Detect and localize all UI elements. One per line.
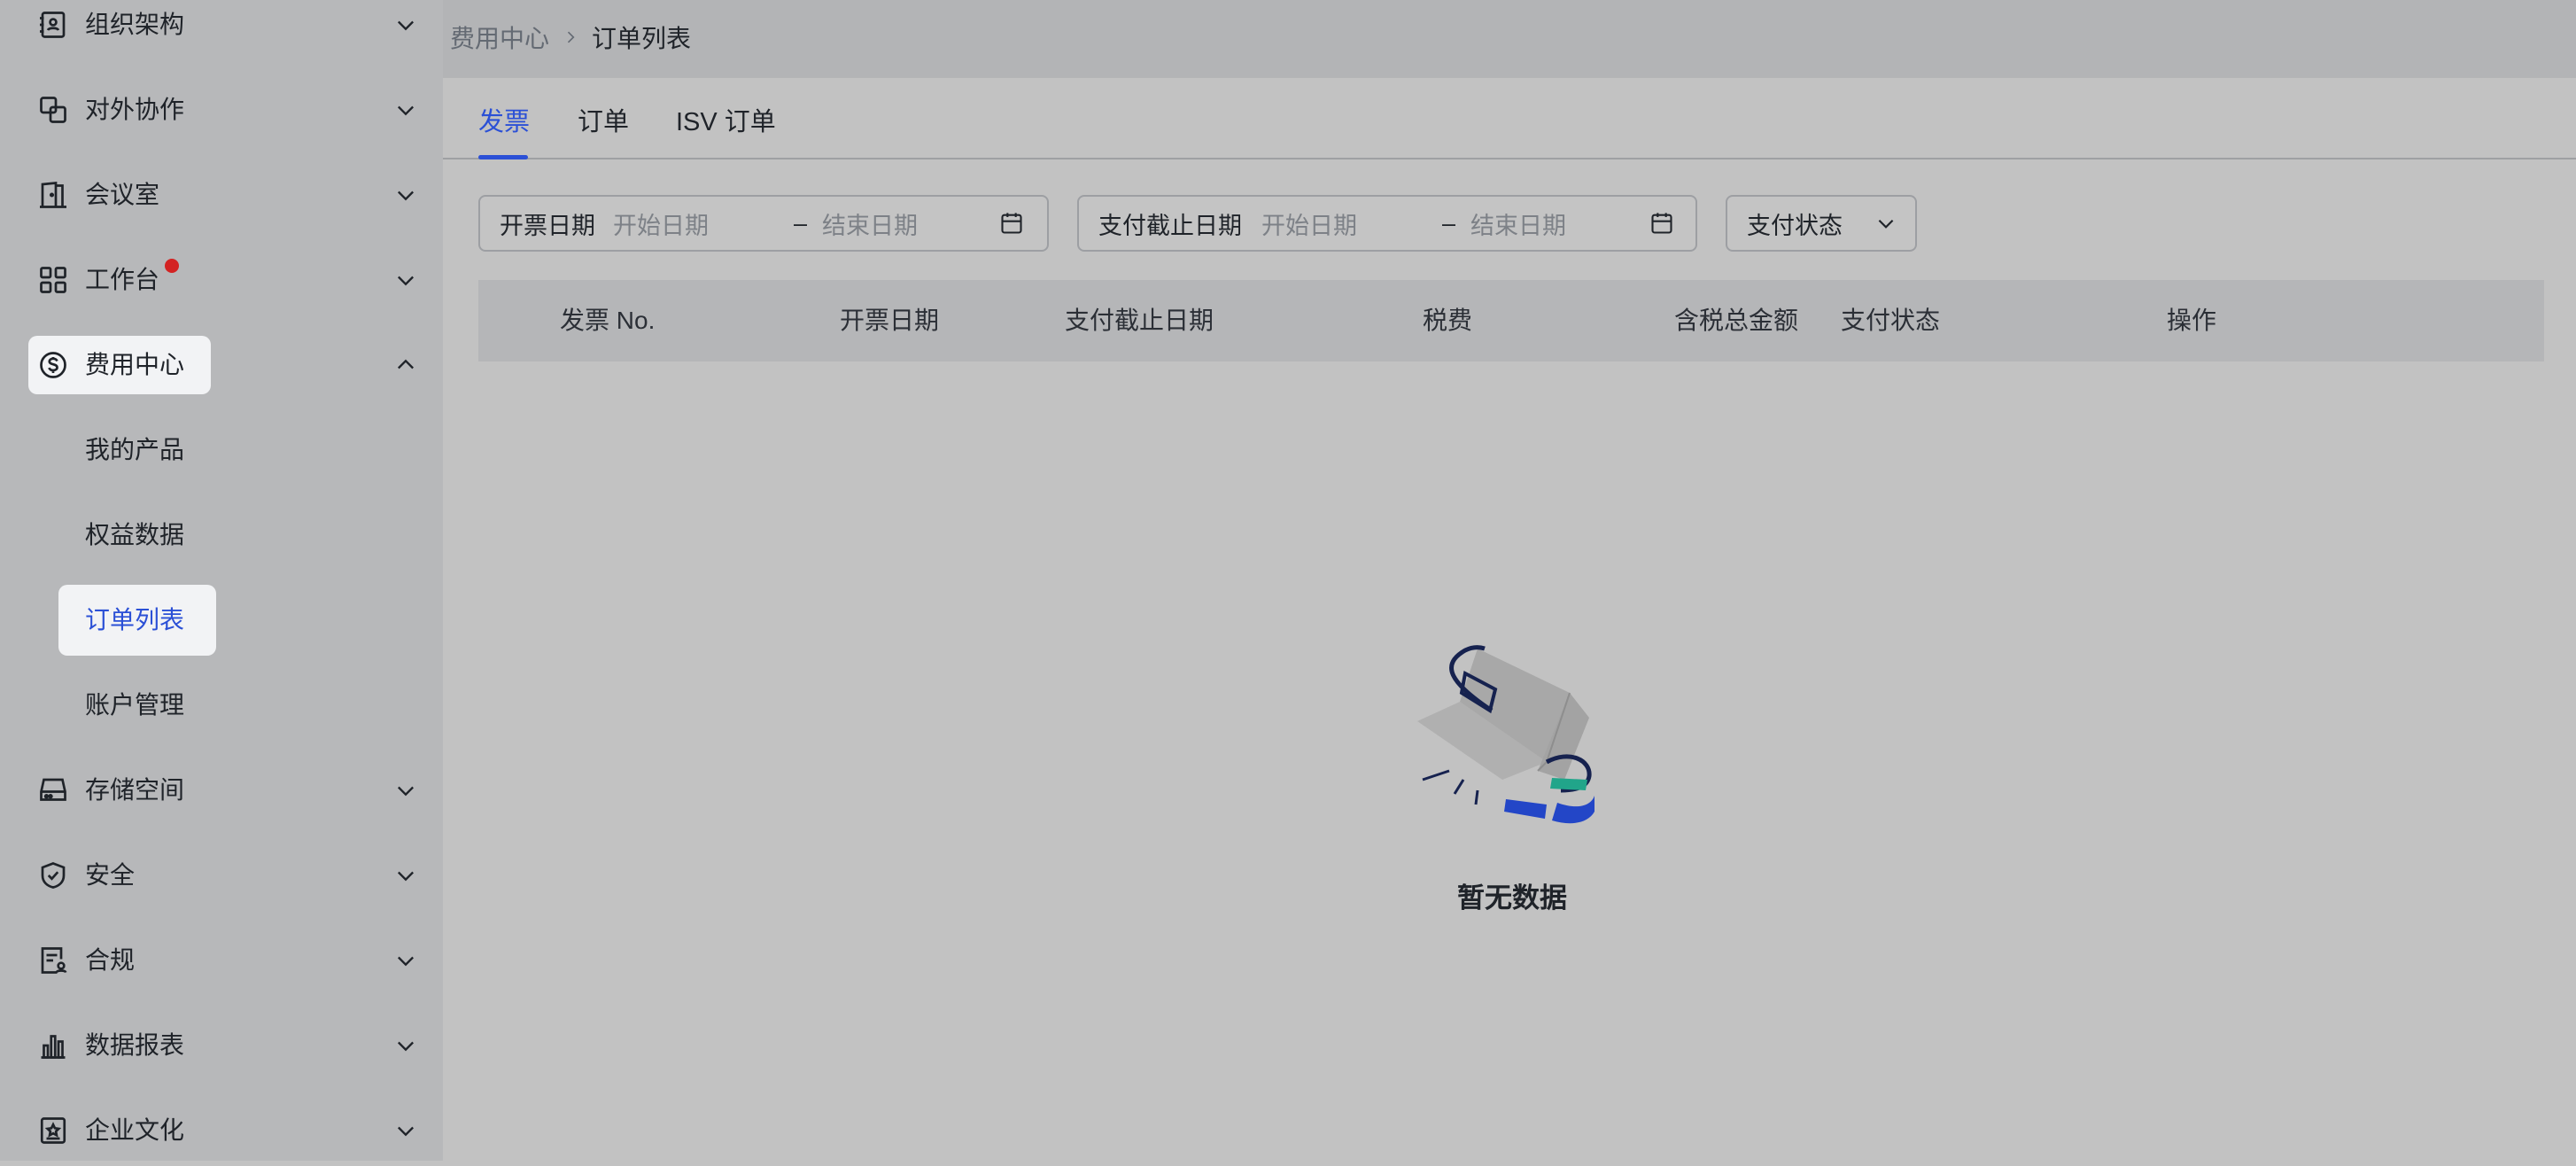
sidebar-item-label: 数据报表	[85, 1031, 185, 1059]
column-header-total-with-tax: 含税总金额	[1674, 307, 1799, 334]
sidebar-item-storage[interactable]: 存储空间	[28, 755, 418, 826]
range-separator: –	[794, 209, 808, 237]
compliance-doc-icon	[41, 947, 67, 974]
chevron-down-icon	[1878, 219, 1894, 229]
chevron-up-icon[interactable]	[393, 353, 418, 377]
column-header-invoice-date: 开票日期	[840, 307, 940, 334]
sidebar-item-workplace[interactable]: 工作台	[28, 245, 418, 315]
chevron-right-icon	[567, 31, 575, 43]
sidebar-item-label: 安全	[85, 861, 136, 889]
app-window: 组织架构 对外协作 会议室 工作台 费用中心 我的产品 权益数据 订单列表 账户…	[0, 0, 2576, 1161]
chevron-down-icon[interactable]	[393, 948, 418, 973]
column-header-actions: 操作	[2167, 307, 2217, 334]
tab-isv-orders[interactable]: ISV 订单	[676, 101, 776, 138]
sidebar-item-meeting-room[interactable]: 会议室	[28, 159, 418, 230]
tab-invoice[interactable]: 发票	[478, 101, 530, 138]
payment-status-select[interactable]: 支付状态	[1726, 195, 1917, 252]
breadcrumb-parent-link[interactable]: 费用中心	[450, 19, 549, 55]
shield-check-icon	[41, 862, 66, 889]
sidebar-item-label: 合规	[85, 946, 136, 974]
column-header-invoice-no: 发票 No.	[560, 307, 656, 334]
external-collab-icon	[40, 97, 66, 123]
chevron-down-icon[interactable]	[393, 778, 418, 803]
breadcrumb: 费用中心 订单列表	[450, 19, 691, 55]
payment-due-date-range-picker[interactable]: 支付截止日期 开始日期 – 结束日期	[1077, 195, 1697, 252]
top-bar	[443, 0, 2576, 78]
invoice-date-range-picker[interactable]: 开票日期 开始日期 – 结束日期	[478, 195, 1049, 252]
chevron-down-icon[interactable]	[393, 1118, 418, 1143]
invoice-date-end-input[interactable]: 结束日期	[822, 206, 918, 241]
tab-bar: 发票 订单 ISV 订单	[443, 78, 2576, 159]
sidebar-subitem-account-management[interactable]: 账户管理	[58, 670, 216, 741]
table-header: 发票 No. 开票日期 支付截止日期 税费 含税总金额 支付状态 操作	[478, 280, 2544, 361]
workplace-grid-icon	[40, 267, 66, 293]
sidebar-subitem-benefits-data[interactable]: 权益数据	[58, 500, 216, 571]
payment-due-date-label: 支付截止日期	[1098, 212, 1242, 239]
chevron-down-icon[interactable]	[393, 268, 418, 292]
invoice-date-start-input[interactable]: 开始日期	[613, 206, 709, 241]
chevron-down-icon[interactable]	[393, 12, 418, 37]
chevron-down-icon[interactable]	[393, 97, 418, 122]
sidebar-item-label: 费用中心	[85, 351, 185, 378]
sidebar-item-external-collab[interactable]: 对外协作	[28, 74, 418, 145]
sidebar-item-data-reports[interactable]: 数据报表	[28, 1010, 418, 1081]
column-header-payment-status: 支付状态	[1841, 307, 1941, 334]
empty-box-illustration	[1417, 645, 1594, 824]
sidebar-item-label: 企业文化	[85, 1116, 185, 1144]
notification-dot	[165, 259, 179, 273]
sidebar-subitem-label: 我的产品	[85, 436, 185, 463]
sidebar-item-security[interactable]: 安全	[28, 840, 418, 911]
bar-chart-icon	[41, 1035, 66, 1059]
sidebar-subitem-order-list[interactable]: 订单列表	[58, 585, 216, 656]
sidebar-item-label: 存储空间	[85, 776, 185, 804]
calendar-icon[interactable]	[999, 211, 1024, 236]
sidebar-subitem-label: 账户管理	[85, 691, 185, 719]
sidebar-item-billing-center[interactable]: 费用中心	[28, 330, 418, 400]
sidebar-item-compliance[interactable]: 合规	[28, 925, 418, 996]
due-date-end-input[interactable]: 结束日期	[1470, 206, 1566, 241]
range-separator: –	[1442, 209, 1456, 237]
chevron-down-icon[interactable]	[393, 183, 418, 207]
breadcrumb-current: 订单列表	[592, 25, 692, 52]
invoice-date-label: 开票日期	[500, 212, 595, 239]
empty-state-text: 暂无数据	[1457, 882, 1567, 913]
tab-orders[interactable]: 订单	[578, 101, 629, 138]
column-header-due-date: 支付截止日期	[1065, 307, 1214, 334]
payment-status-label: 支付状态	[1747, 212, 1843, 239]
chevron-down-icon[interactable]	[393, 863, 418, 888]
calendar-icon[interactable]	[1649, 211, 1674, 236]
sidebar: 组织架构 对外协作 会议室 工作台 费用中心 我的产品 权益数据 订单列表 账户…	[0, 0, 443, 1161]
sidebar-subitem-label: 权益数据	[85, 521, 185, 548]
column-header-tax: 税费	[1423, 307, 1473, 334]
culture-star-icon	[40, 1117, 66, 1144]
sidebar-item-org-structure[interactable]: 组织架构	[28, 0, 418, 60]
sidebar-subitem-label: 订单列表	[85, 606, 185, 634]
sidebar-subitem-my-products[interactable]: 我的产品	[58, 415, 216, 486]
sidebar-item-label: 会议室	[85, 181, 160, 208]
contacts-book-icon	[40, 12, 66, 38]
sidebar-item-label: 组织架构	[85, 11, 185, 38]
active-tab-indicator	[478, 155, 528, 159]
meeting-room-door-icon	[40, 182, 66, 208]
storage-drive-icon	[40, 778, 66, 801]
due-date-start-input[interactable]: 开始日期	[1261, 206, 1357, 241]
sidebar-item-label: 工作台	[85, 266, 160, 293]
dollar-circle-icon	[40, 352, 66, 378]
sidebar-item-corporate-culture[interactable]: 企业文化	[28, 1095, 418, 1166]
chevron-down-icon[interactable]	[393, 1033, 418, 1058]
sidebar-item-label: 对外协作	[85, 96, 185, 123]
